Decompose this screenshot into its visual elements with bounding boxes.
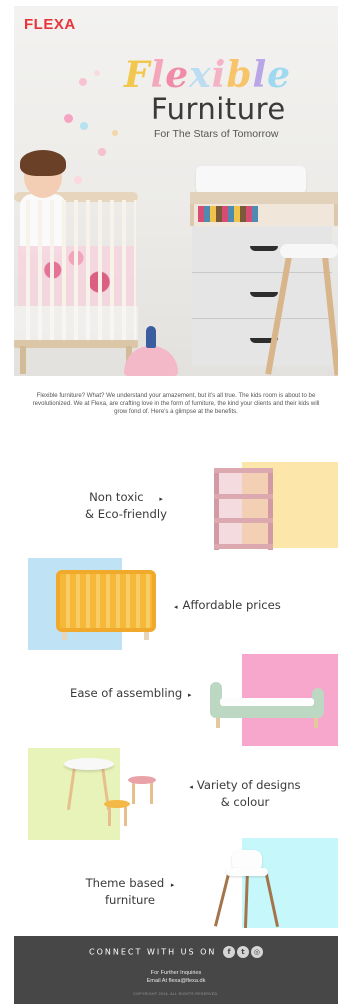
decorative-dot — [74, 176, 82, 184]
footer: CONNECT WITH US ON f t ◎ For Further Inqui… — [14, 936, 338, 1004]
bookshelf-plank — [214, 518, 273, 523]
email-card: FLEXA Flexible Furniture For The Stars o… — [14, 6, 338, 1004]
decorative-dot — [80, 122, 88, 130]
bookshelf-side — [214, 468, 219, 550]
stool-leg — [132, 782, 135, 804]
inquiries-text: For Further Inquiries Email At flexa@fle… — [14, 970, 338, 985]
crib-leg — [20, 346, 26, 374]
feature-text: ◂ Variety of designs & colour — [170, 778, 320, 810]
feature-line1: Variety of designs — [196, 778, 301, 792]
intro-paragraph: Flexible furniture? What? We understand … — [32, 392, 320, 416]
inquiries-email-link[interactable]: Email At flexa@flexa.dk — [14, 978, 338, 986]
feature-line1: Theme based — [85, 876, 165, 890]
bookshelf-plank — [214, 468, 273, 473]
drawer-handle — [250, 246, 278, 251]
feature-line2: & Eco-friendly — [85, 507, 167, 521]
copyright: COPYRIGHT 2016. ALL RIGHTS RESERVED. — [133, 992, 219, 996]
decorative-dot — [64, 114, 73, 123]
arrow-left-icon: ◂ — [189, 783, 193, 791]
feature-text: ◂ Affordable prices — [174, 598, 324, 615]
crib-frame — [56, 570, 156, 632]
decorative-dot — [112, 130, 118, 136]
headline-letter: F — [124, 54, 151, 96]
connect-label: CONNECT WITH US ON — [89, 947, 217, 957]
books — [198, 206, 258, 222]
decorative-dot — [94, 70, 100, 76]
bed-leg — [314, 718, 318, 728]
bed-leg — [216, 718, 220, 728]
feature-row-variety: ◂ Variety of designs & colour — [14, 742, 338, 842]
headline-letter: i — [211, 54, 227, 96]
drawer-line — [192, 318, 332, 319]
bookshelf-plank — [214, 544, 273, 549]
feature-row-assembly: Ease of assembling ▸ — [14, 648, 338, 748]
flexa-logo[interactable]: FLEXA — [24, 16, 76, 33]
hero-tagline: For The Stars of Tomorrow — [154, 128, 279, 140]
headline-letter: e — [165, 54, 190, 96]
table-top — [64, 758, 114, 770]
stool-seat — [104, 800, 130, 808]
headline-flexible: Flexible — [124, 54, 291, 96]
high-chair-leg — [214, 869, 231, 927]
feature-line2: furniture — [104, 893, 156, 907]
feature-line1: Affordable prices — [182, 598, 281, 612]
high-chair-seat — [280, 244, 338, 258]
crib-leg — [62, 632, 67, 640]
stool-leg — [150, 782, 153, 804]
hero-banner: FLEXA Flexible Furniture For The Stars o… — [14, 6, 338, 376]
feature-row-price: ◂ Affordable prices — [14, 552, 338, 652]
crib-mattress — [14, 306, 138, 340]
stool-leg — [108, 806, 111, 826]
arrow-right-icon: ▸ — [170, 881, 175, 889]
changing-mat — [196, 166, 306, 194]
headline-letter: l — [150, 54, 166, 96]
crib-leg — [144, 632, 149, 640]
bookshelf-side — [268, 468, 273, 550]
feature-line1: Ease of assembling — [70, 686, 183, 700]
bookshelf-back — [218, 468, 272, 548]
arrow-right-icon: ▸ — [187, 691, 192, 699]
twitter-icon[interactable]: t — [236, 946, 249, 958]
page: FLEXA Flexible Furniture For The Stars o… — [0, 0, 339, 1006]
headline-letter: b — [226, 54, 253, 96]
arrow-right-icon: ▸ — [159, 495, 163, 503]
feature-row-eco: Non toxic ▸ & Eco-friendly — [14, 454, 338, 554]
bookshelf-plank — [214, 494, 273, 499]
facebook-icon[interactable]: f — [222, 946, 235, 958]
headline-letter: l — [252, 54, 268, 96]
stool-leg — [124, 806, 127, 826]
feature-line2: & colour — [220, 795, 270, 809]
feature-text: Non toxic ▸ & Eco-friendly — [66, 490, 186, 522]
pouf — [124, 346, 178, 376]
headline-letter: e — [267, 54, 292, 96]
bed-rail — [210, 704, 324, 718]
feature-text: Theme based ▸ furniture — [70, 876, 190, 908]
arrow-left-icon: ◂ — [174, 603, 178, 611]
crib-base — [14, 340, 138, 348]
inquiries-line1: For Further Inquiries — [150, 970, 202, 976]
drawer-line — [192, 272, 332, 273]
headline-furniture: Furniture — [151, 92, 286, 126]
decorative-dot — [98, 148, 106, 156]
bed-mattress — [220, 698, 314, 706]
instagram-icon[interactable]: ◎ — [250, 946, 263, 958]
toy-figure — [146, 326, 156, 348]
feature-text: Ease of assembling ▸ — [70, 686, 210, 703]
decorative-dot — [79, 78, 87, 86]
feature-line1: Non toxic — [89, 490, 144, 504]
drawer-handle — [250, 292, 278, 297]
feature-row-theme: Theme based ▸ furniture — [14, 836, 338, 936]
connect-row: CONNECT WITH US ON f t ◎ — [14, 946, 338, 958]
child-hair — [20, 150, 66, 176]
headline-letter: x — [189, 54, 212, 96]
stool-seat — [128, 776, 156, 784]
high-chair-tray — [226, 868, 268, 876]
